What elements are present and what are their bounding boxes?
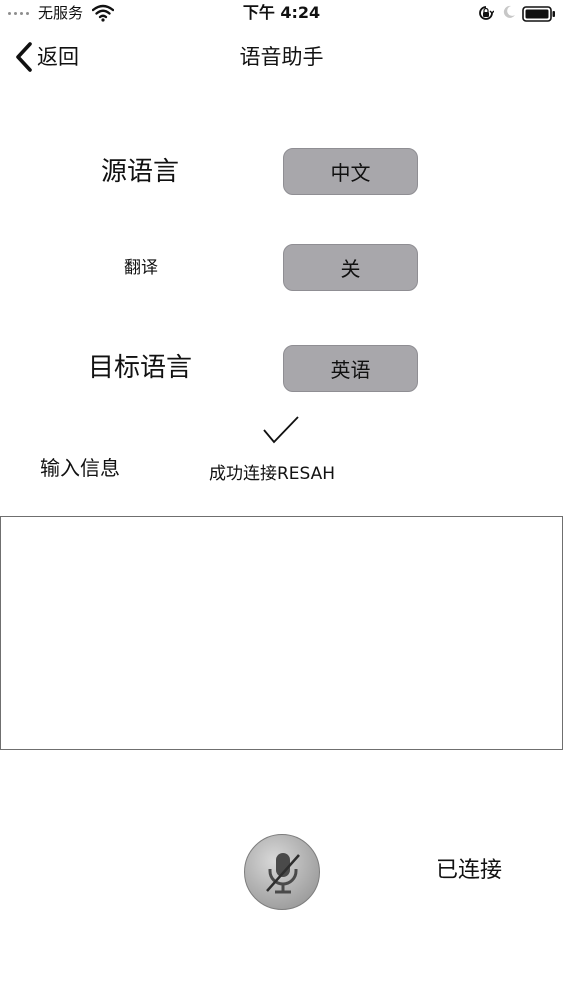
microphone-muted-icon [266, 853, 300, 894]
target-language-value: 英语 [330, 358, 371, 382]
checkmark-icon [263, 416, 299, 444]
source-language-button[interactable]: 中文 [283, 148, 418, 195]
connection-status-text: 成功连接RESAH [209, 464, 336, 484]
input-info-label: 输入信息 [40, 456, 120, 480]
translate-toggle-button[interactable]: 关 [283, 244, 418, 291]
orientation-lock-icon [479, 6, 494, 20]
status-bar: 无服务 下午 4:24 [0, 0, 563, 28]
connected-status-label: 已连接 [436, 858, 503, 883]
translate-value: 关 [340, 257, 361, 281]
battery-icon [522, 6, 555, 22]
source-language-value: 中文 [330, 161, 371, 185]
message-input[interactable] [0, 516, 563, 750]
moon-icon [503, 5, 515, 18]
target-language-button[interactable]: 英语 [283, 345, 418, 392]
target-language-label: 目标语言 [87, 353, 192, 383]
source-language-label: 源语言 [100, 157, 179, 187]
translate-label: 翻译 [124, 258, 158, 278]
page-title: 语音助手 [239, 45, 324, 69]
microphone-button[interactable] [244, 834, 320, 910]
